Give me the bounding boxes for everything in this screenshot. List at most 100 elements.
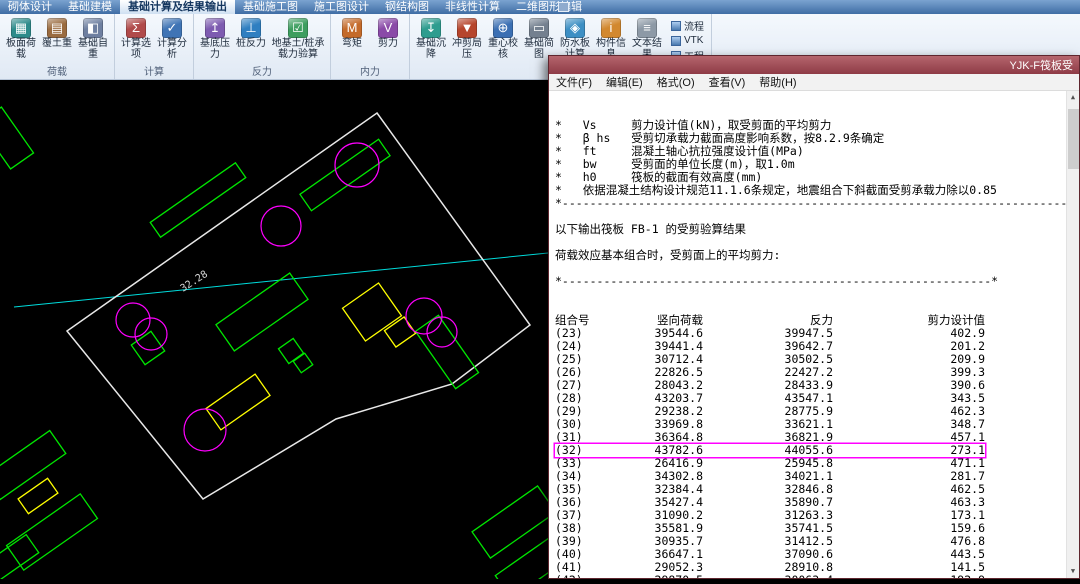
document-line: *---------------------------------------… bbox=[555, 274, 999, 288]
toolbar-button-label: 覆土重 bbox=[42, 38, 72, 49]
ribbon-tab[interactable]: 非线性计算 bbox=[437, 0, 508, 14]
vertical-scrollbar[interactable]: ▲ ▼ bbox=[1066, 91, 1079, 578]
toolbar-button[interactable]: V 剪力 bbox=[370, 16, 406, 50]
toolbar-group: ▦ 板面荷载 ▤ 覆土重 ◧ 基础自重 荷载 bbox=[0, 14, 115, 79]
toolbar-button[interactable]: i 构件信息 bbox=[593, 16, 629, 60]
document-text-area[interactable]: * Vs 剪力设计值(kN)，取受剪面的平均剪力 * β hs 受剪切承载力截面高… bbox=[549, 91, 1079, 578]
toolbar-button-icon: ▼ bbox=[457, 18, 477, 38]
toolbar-button[interactable]: ▦ 板面荷载 bbox=[3, 16, 39, 60]
toolbar-button-icon: M bbox=[342, 18, 362, 38]
pile-circles[interactable] bbox=[115, 142, 458, 452]
toolbar-button-icon: ⊕ bbox=[493, 18, 513, 38]
cad-canvas[interactable]: 32.28 bbox=[0, 80, 570, 584]
toolbar-group-label: 内力 bbox=[360, 67, 380, 78]
toolbar-button[interactable]: ◧ 基础自重 bbox=[75, 16, 111, 60]
table-row: (27) 28043.2 28433.9 390.6 bbox=[555, 379, 985, 392]
toolbar-small-button-label: VTK bbox=[684, 35, 704, 46]
toolbar-button-label: 冲剪局压 bbox=[452, 38, 482, 60]
toolbar-group: ↥ 基底压力 ⊥ 桩反力 ☑ 地基土/桩承载力验算 反力 bbox=[194, 14, 331, 79]
table-row: (35) 32384.4 32846.8 462.5 bbox=[555, 483, 985, 496]
toolbar-button-icon: i bbox=[601, 18, 621, 38]
toolbar-button[interactable]: ⊥ 桩反力 bbox=[233, 16, 269, 50]
menu-item[interactable]: 帮助(H) bbox=[752, 74, 803, 90]
toolbar-button[interactable]: ▤ 覆土重 bbox=[39, 16, 75, 50]
table-cell: 29870.5 bbox=[603, 574, 703, 579]
table-cell: 30063.4 bbox=[703, 574, 833, 579]
toolbar-button-label: 重心校核 bbox=[488, 38, 518, 60]
table-row: (42)29870.530063.4192.9 bbox=[555, 574, 985, 579]
toolbar-button[interactable]: ⊕ 重心校核 bbox=[485, 16, 521, 60]
toolbar-button[interactable]: ↥ 基底压力 bbox=[197, 16, 233, 60]
ribbon-tab[interactable]: 基础计算及结果输出 bbox=[120, 0, 235, 14]
scroll-up-arrow[interactable]: ▲ bbox=[1067, 91, 1079, 104]
toolbar-button[interactable]: ☑ 地基土/桩承载力验算 bbox=[269, 16, 327, 60]
toolbar-small-button[interactable]: VTK bbox=[669, 34, 706, 47]
window-title-bar[interactable]: YJK-F筏板受 bbox=[549, 56, 1079, 74]
menu-item[interactable]: 编辑(E) bbox=[599, 74, 650, 90]
ribbon-tab[interactable]: 基础施工图 bbox=[235, 0, 306, 14]
grid-axis-line[interactable] bbox=[13, 252, 549, 308]
toolbar-button-icon: Σ bbox=[126, 18, 146, 38]
toolbar-button[interactable]: ≡ 文本结果 bbox=[629, 16, 665, 60]
table-row: (40) 36647.1 37090.6 443.5 bbox=[555, 548, 985, 561]
toolbar-button[interactable]: ▭ 基础简图 bbox=[521, 16, 557, 60]
toolbar-button[interactable]: ✓ 计算分析 bbox=[154, 16, 190, 60]
toolbar-button-label: 基础自重 bbox=[78, 38, 108, 60]
toolbar-button[interactable]: ▼ 冲剪局压 bbox=[449, 16, 485, 60]
toolbar-group-label: 反力 bbox=[252, 67, 272, 78]
toolbar-button[interactable]: Σ 计算选项 bbox=[118, 16, 154, 60]
menu-item[interactable]: 文件(F) bbox=[549, 74, 599, 90]
toolbar-group-buttons: Σ 计算选项 ✓ 计算分析 bbox=[115, 14, 193, 67]
wall-outlines[interactable] bbox=[17, 282, 417, 515]
table-row: (25) 30712.4 30502.5 209.9 bbox=[555, 353, 985, 366]
toolbar-button-icon: ⊥ bbox=[241, 18, 261, 38]
toolbar-button[interactable]: M 弯矩 bbox=[334, 16, 370, 50]
toolbar-button-label: 基础沉降 bbox=[416, 38, 446, 60]
toolbar-small-button[interactable]: 流程 bbox=[669, 19, 706, 33]
toolbar-button[interactable]: ↧ 基础沉降 bbox=[413, 16, 449, 60]
scroll-down-arrow[interactable]: ▼ bbox=[1067, 565, 1079, 578]
toolbar-small-button-icon bbox=[671, 35, 681, 46]
toolbar-button-label: 桩反力 bbox=[236, 38, 266, 49]
table-cell: (42) bbox=[555, 574, 603, 579]
text-viewer-window: YJK-F筏板受 文件(F) 编辑(E) 格式(O) 查看(V) 帮助(H) * Vs … bbox=[548, 55, 1080, 579]
menu-item[interactable]: 查看(V) bbox=[702, 74, 753, 90]
document-line: *---------------------------------------… bbox=[555, 196, 1079, 210]
toolbar-button-icon: ✓ bbox=[162, 18, 182, 38]
scrollbar-thumb[interactable] bbox=[1068, 109, 1079, 169]
table-row: (23) 39544.6 39947.5 402.9 bbox=[555, 327, 985, 340]
toolbar-button[interactable]: ◈ 防水板计算 bbox=[557, 16, 593, 60]
table-row: (26) 22826.5 22427.2 399.3 bbox=[555, 366, 985, 379]
toolbar-button-icon: ↧ bbox=[421, 18, 441, 38]
mdi-window-restore-button[interactable] bbox=[558, 2, 569, 12]
toolbar-group-buttons: ▦ 板面荷载 ▤ 覆土重 ◧ 基础自重 bbox=[0, 14, 114, 67]
window-title: YJK-F筏板受 bbox=[1009, 60, 1073, 72]
cad-viewport[interactable]: 32.28 bbox=[0, 80, 570, 584]
document-line: 荷载效应基本组合时，受剪面上的平均剪力: bbox=[555, 248, 781, 262]
toolbar-button-label: 计算选项 bbox=[121, 38, 151, 60]
column-outlines[interactable] bbox=[0, 106, 570, 584]
toolbar-button-label: 剪力 bbox=[378, 38, 398, 49]
ribbon-tab[interactable]: 钢结构图 bbox=[377, 0, 437, 14]
toolbar-small-button-icon bbox=[671, 20, 681, 31]
toolbar-button-icon: ☑ bbox=[288, 18, 308, 38]
ribbon-tab[interactable]: 基础建模 bbox=[60, 0, 120, 14]
toolbar-button-icon: ↥ bbox=[205, 18, 225, 38]
dimension-text: 32.28 bbox=[179, 269, 210, 295]
toolbar-button-label: 计算分析 bbox=[157, 38, 187, 60]
menu-item[interactable]: 格式(O) bbox=[650, 74, 702, 90]
ribbon-tab[interactable]: 二维图形编辑 bbox=[508, 0, 590, 14]
document-lines: * Vs 剪力设计值(kN)，取受剪面的平均剪力 * β hs 受剪切承载力截面高… bbox=[555, 119, 1079, 288]
ribbon-tab[interactable]: 施工图设计 bbox=[306, 0, 377, 14]
toolbar-group-buttons: ↥ 基底压力 ⊥ 桩反力 ☑ 地基土/桩承载力验算 bbox=[194, 14, 330, 67]
table-header-row: 组合号 竖向荷载 反力 剪力设计值 bbox=[555, 314, 985, 327]
toolbar-group: Σ 计算选项 ✓ 计算分析 计算 bbox=[115, 14, 194, 79]
ribbon-tab-bar: 砌体设计 基础建模 基础计算及结果输出 基础施工图 施工图设计 钢结构图 非线性计算 二维图形… bbox=[0, 0, 1080, 14]
toolbar-small-button-label: 流程 bbox=[684, 22, 704, 33]
table-row: (28) 43203.7 43547.1 343.5 bbox=[555, 392, 985, 405]
ribbon-tab[interactable]: 砌体设计 bbox=[0, 0, 60, 14]
toolbar-button-label: 地基土/桩承载力验算 bbox=[271, 38, 325, 60]
toolbar-button-label: 板面荷载 bbox=[6, 38, 36, 60]
toolbar-button-icon: ▤ bbox=[47, 18, 67, 38]
menu-bar: 文件(F) 编辑(E) 格式(O) 查看(V) 帮助(H) bbox=[549, 74, 1079, 91]
